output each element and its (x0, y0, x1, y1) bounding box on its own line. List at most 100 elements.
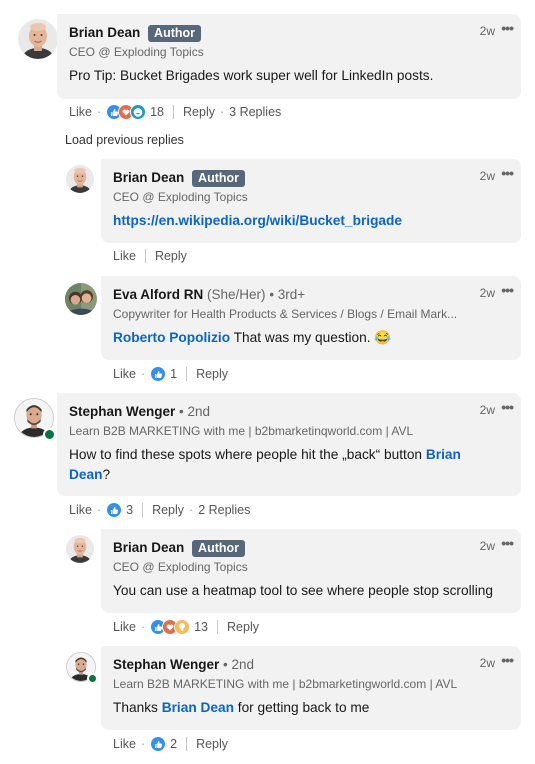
reactions-icons[interactable] (106, 502, 123, 518)
more-horizontal-icon[interactable]: ••• (501, 282, 514, 298)
comment-time: 2w (479, 403, 495, 417)
funny-reaction-icon (130, 104, 147, 120)
mention-brian-dean[interactable]: Brian Dean (162, 700, 234, 715)
online-status-icon (43, 428, 56, 441)
comment-text: https://en.wikipedia.org/wiki/Bucket_bri… (113, 211, 402, 231)
reply-button[interactable]: Reply (183, 105, 215, 119)
author-badge: Author (192, 170, 246, 187)
comment-text-part1: Thanks (113, 700, 162, 715)
author-headline: Learn B2B MARKETING with me | b2bmarketi… (113, 677, 458, 691)
comment-text-part2: for getting back to me (233, 700, 370, 715)
comment-time: 2w (479, 539, 495, 553)
eva-alford-photo (65, 283, 97, 315)
author-name[interactable]: Eva Alford RN (113, 287, 203, 302)
avatar-brian-dean[interactable] (18, 19, 58, 59)
connection-degree: • 2nd (179, 404, 211, 419)
comment-actions: Like · 1 Reply (113, 366, 228, 382)
comment-text: You can use a heatmap tool to see where … (113, 583, 493, 598)
connection-degree: • 3rd+ (269, 287, 306, 302)
reactions-icons[interactable] (150, 619, 191, 635)
comment-bubble: Stephan Wenger • 2nd Learn B2B MARKETING… (57, 393, 521, 496)
avatar-eva-alford[interactable] (65, 283, 97, 315)
author-headline: Copywriter for Health Products & Service… (113, 307, 458, 321)
insightful-reaction-icon (174, 619, 191, 635)
reply-button[interactable]: Reply (227, 620, 259, 634)
reactions-icons[interactable] (106, 104, 147, 120)
separator (217, 620, 219, 634)
like-button[interactable]: Like (113, 737, 136, 751)
author-headline: Learn B2B MARKETING with me | b2bmarketi… (69, 424, 414, 438)
brian-dean-photo (18, 19, 58, 59)
comment-header: Brian Dean Author (69, 25, 202, 42)
dot-separator: · (219, 105, 225, 119)
reply-bubble: Brian Dean Author CEO @ Exploding Topics… (101, 529, 521, 613)
comment-bubble: Brian Dean Author CEO @ Exploding Topics… (57, 14, 521, 99)
comment-header: Brian Dean Author (113, 170, 246, 187)
comment-time: 2w (479, 286, 495, 300)
like-button[interactable]: Like (113, 249, 136, 263)
reaction-count[interactable]: 13 (194, 620, 208, 634)
comment-text-part1: How to find these spots where people hit… (69, 447, 426, 462)
brian-dean-photo (66, 165, 94, 193)
author-badge: Author (148, 25, 202, 42)
like-button[interactable]: Like (113, 620, 136, 634)
author-name[interactable]: Brian Dean (113, 540, 184, 555)
reply-button[interactable]: Reply (152, 503, 184, 517)
mention-brian-dean-first[interactable]: Brian (426, 447, 461, 462)
comment-time: 2w (479, 656, 495, 670)
more-horizontal-icon[interactable]: ••• (501, 535, 514, 551)
like-reaction-icon (150, 366, 167, 382)
comment-actions: Like · 2 Reply (113, 736, 228, 752)
online-status-icon (87, 673, 98, 684)
comment-actions: Like · 3 Reply · 2 Replies (69, 502, 250, 518)
replies-count-link[interactable]: 3 Replies (229, 105, 281, 119)
avatar-brian-dean[interactable] (66, 165, 94, 193)
wikipedia-link[interactable]: https://en.wikipedia.org/wiki/Bucket_bri… (113, 213, 402, 228)
dot-separator: · (96, 105, 102, 119)
brian-dean-photo (66, 535, 94, 563)
like-button[interactable]: Like (69, 503, 92, 517)
comment-text: Pro Tip: Bucket Brigades work super well… (69, 68, 434, 83)
reaction-count[interactable]: 3 (126, 503, 133, 517)
author-name[interactable]: Brian Dean (69, 25, 140, 40)
author-name[interactable]: Stephan Wenger (69, 404, 175, 419)
mention-brian-dean-last[interactable]: Dean (69, 467, 102, 482)
reactions-icons[interactable] (150, 736, 167, 752)
more-horizontal-icon[interactable]: ••• (501, 652, 514, 668)
comment-header: Eva Alford RN (She/Her) • 3rd+ (113, 287, 305, 302)
reply-button[interactable]: Reply (196, 737, 228, 751)
avatar-brian-dean[interactable] (66, 535, 94, 563)
separator (142, 503, 144, 517)
reply-button[interactable]: Reply (196, 367, 228, 381)
dot-separator: · (96, 503, 102, 517)
comment-time: 2w (479, 169, 495, 183)
load-previous-replies[interactable]: Load previous replies (65, 133, 184, 147)
like-reaction-icon (106, 502, 123, 518)
author-badge: Author (192, 540, 246, 557)
reaction-count[interactable]: 2 (170, 737, 177, 751)
reaction-count[interactable]: 1 (170, 367, 177, 381)
reply-button[interactable]: Reply (155, 249, 187, 263)
author-name[interactable]: Brian Dean (113, 170, 184, 185)
more-horizontal-icon[interactable]: ••• (501, 399, 514, 415)
author-name[interactable]: Stephan Wenger (113, 657, 219, 672)
mention-roberto-popolizio[interactable]: Roberto Popolizio (113, 330, 230, 345)
like-reaction-icon (150, 736, 167, 752)
dot-separator: · (140, 367, 146, 381)
reaction-count[interactable]: 18 (150, 105, 164, 119)
dot-separator: · (140, 620, 146, 634)
reply-bubble: Eva Alford RN (She/Her) • 3rd+ Copywrite… (101, 276, 521, 360)
replies-count-link[interactable]: 2 Replies (198, 503, 250, 517)
dot-separator: · (140, 737, 146, 751)
comment-text: How to find these spots where people hit… (69, 445, 489, 485)
like-button[interactable]: Like (113, 367, 136, 381)
comment-time: 2w (479, 24, 495, 38)
comment-header: Stephan Wenger • 2nd (69, 404, 210, 419)
reply-bubble: Stephan Wenger • 2nd Learn B2B MARKETING… (101, 646, 521, 730)
comment-text: Roberto Popolizio That was my question. … (113, 328, 391, 348)
like-button[interactable]: Like (69, 105, 92, 119)
reactions-icons[interactable] (150, 366, 167, 382)
more-horizontal-icon[interactable]: ••• (501, 165, 514, 181)
more-horizontal-icon[interactable]: ••• (501, 20, 514, 36)
separator (173, 105, 175, 119)
